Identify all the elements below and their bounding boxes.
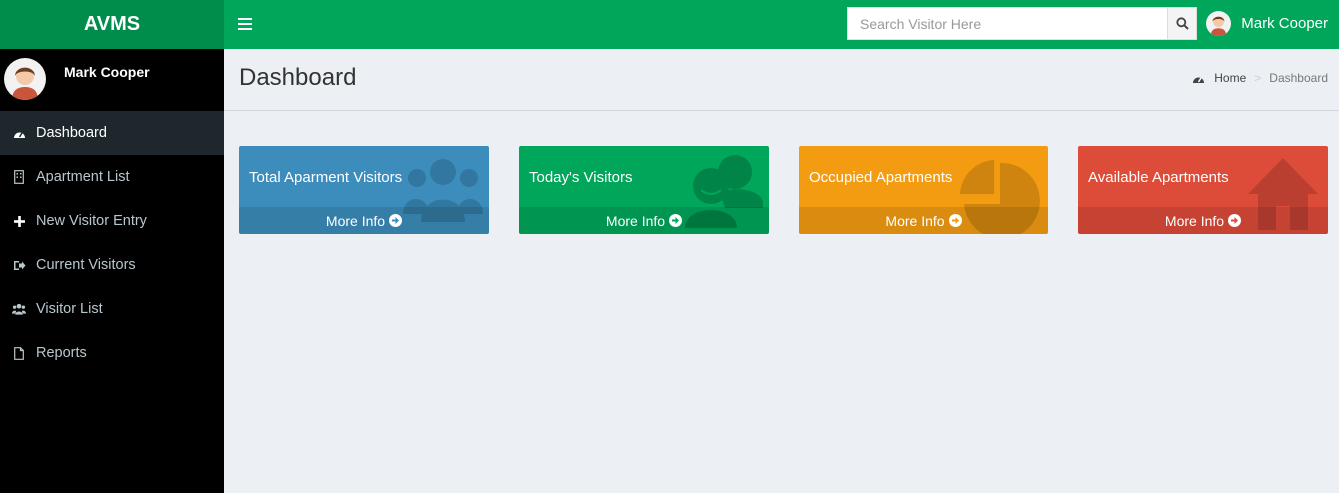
- arrow-circle-right-icon: [948, 214, 962, 227]
- content-header: Dashboard Home > Dashboard: [224, 49, 1339, 111]
- sign-in-icon: [12, 258, 26, 272]
- users-icon: [12, 302, 26, 316]
- breadcrumb-current: Dashboard: [1269, 71, 1328, 85]
- page-title: Dashboard: [239, 64, 357, 91]
- dashboard-icon: [1193, 77, 1205, 83]
- user-menu[interactable]: Mark Cooper: [1206, 11, 1328, 36]
- sidebar-item-label: Dashboard: [36, 125, 107, 141]
- more-info-label: More Info: [1164, 212, 1225, 229]
- occupied-apartments-box: Occupied Apartments More Info: [799, 146, 1048, 234]
- sidebar: Mark Cooper Dashboard Apartment List New…: [0, 49, 224, 493]
- search-form: [847, 7, 1197, 40]
- avatar: [1206, 11, 1232, 36]
- sidebar-item-label: Reports: [36, 345, 87, 361]
- box-title: Occupied Apartments: [809, 169, 953, 186]
- sidebar-item-label: Current Visitors: [36, 257, 136, 273]
- more-info-link[interactable]: More Info: [799, 207, 1048, 234]
- app-logo-text: AVMS: [83, 13, 141, 35]
- total-apartment-visitors-box: Total Aparment Visitors More Info: [239, 146, 489, 234]
- sidebar-item-label: Visitor List: [36, 301, 103, 317]
- more-info-label: More Info: [885, 212, 945, 229]
- sidebar-item-dashboard[interactable]: Dashboard: [0, 111, 224, 155]
- more-info-link[interactable]: More Info: [1078, 207, 1328, 234]
- sidebar-item-apartment-list[interactable]: Apartment List: [0, 155, 224, 199]
- sidebar-item-visitor-list[interactable]: Visitor List: [0, 287, 224, 331]
- more-info-label: More Info: [605, 212, 666, 229]
- user-name: Mark Cooper: [1241, 15, 1328, 32]
- arrow-circle-right-icon: [389, 214, 403, 227]
- search-input[interactable]: [847, 7, 1167, 40]
- top-navbar: Mark Cooper: [224, 0, 1339, 49]
- sidebar-item-label: Apartment List: [36, 169, 130, 185]
- sidebar-item-label: New Visitor Entry: [36, 213, 147, 229]
- breadcrumb-home[interactable]: Home: [1192, 71, 1246, 85]
- sidebar-toggle-icon[interactable]: [238, 15, 252, 33]
- avatar: [4, 58, 46, 100]
- plus-icon: [12, 214, 26, 228]
- available-apartments-box: Available Apartments More Info: [1078, 146, 1328, 234]
- sidebar-menu: Dashboard Apartment List New Visitor Ent…: [0, 111, 224, 375]
- search-icon: [1175, 17, 1189, 30]
- sidebar-item-current-visitors[interactable]: Current Visitors: [0, 243, 224, 287]
- sidebar-user-name: Mark Cooper: [64, 64, 150, 80]
- box-title: Available Apartments: [1088, 169, 1229, 186]
- app-logo[interactable]: AVMS: [0, 0, 224, 49]
- more-info-label: More Info: [325, 212, 386, 229]
- arrow-circle-right-icon: [669, 214, 683, 227]
- more-info-link[interactable]: More Info: [519, 207, 769, 234]
- file-icon: [12, 346, 26, 360]
- breadcrumb: Home > Dashboard: [1192, 71, 1328, 85]
- todays-visitors-box: Today's Visitors More Info: [519, 146, 769, 234]
- box-title: Total Aparment Visitors: [249, 169, 403, 186]
- breadcrumb-separator: >: [1254, 71, 1262, 85]
- more-info-link[interactable]: More Info: [239, 207, 489, 234]
- search-button[interactable]: [1167, 7, 1197, 40]
- building-icon: [12, 170, 26, 184]
- dashboard-icon: [12, 126, 26, 140]
- arrow-circle-right-icon: [1228, 214, 1242, 227]
- sidebar-user-panel: Mark Cooper: [0, 49, 224, 111]
- box-title: Today's Visitors: [529, 169, 633, 186]
- sidebar-item-new-visitor-entry[interactable]: New Visitor Entry: [0, 199, 224, 243]
- sidebar-item-reports[interactable]: Reports: [0, 331, 224, 375]
- breadcrumb-home-label: Home: [1214, 71, 1247, 85]
